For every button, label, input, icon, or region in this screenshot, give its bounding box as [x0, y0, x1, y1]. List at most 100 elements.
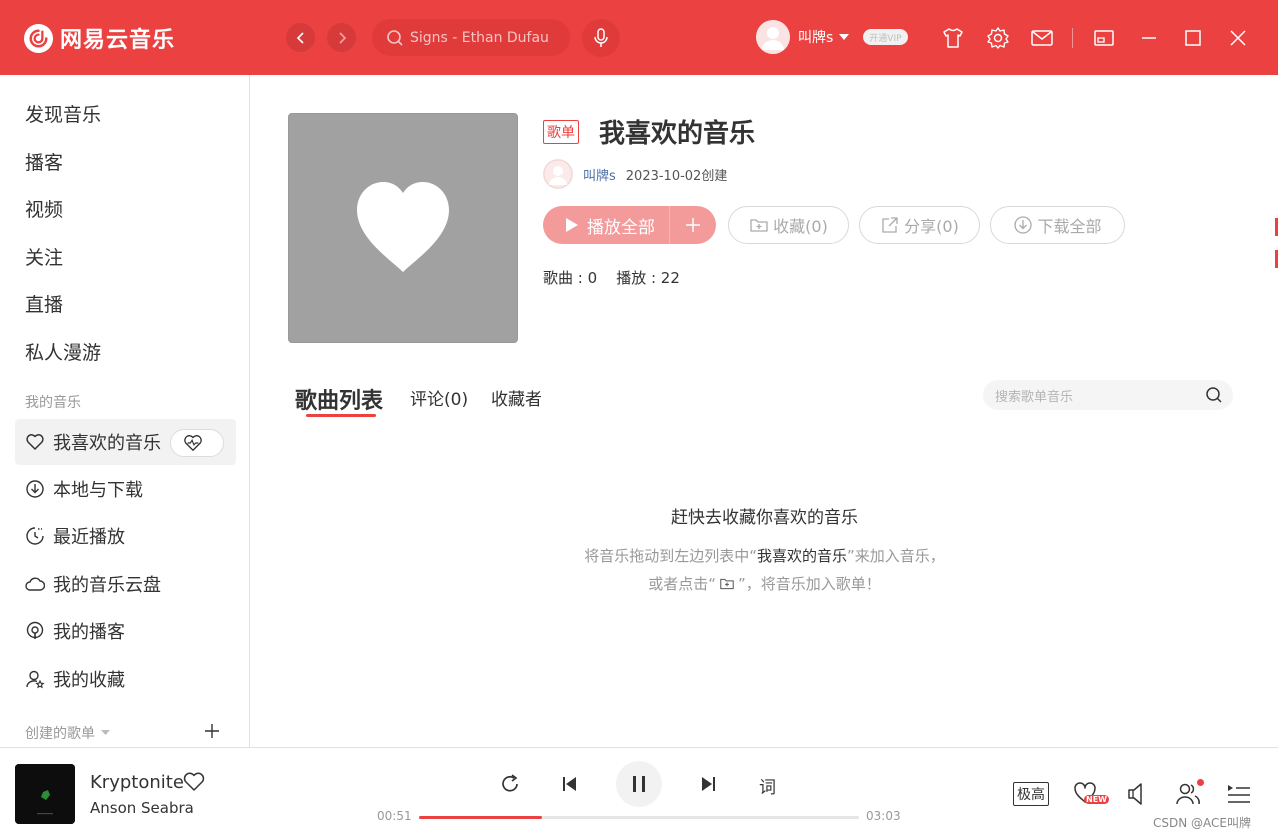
mail-icon[interactable] [1030, 26, 1054, 50]
playlist-search-input[interactable]: 搜索歌单音乐 [983, 380, 1233, 410]
share-button[interactable]: 分享(0) [859, 206, 980, 244]
sidebar-item-follow[interactable]: 关注 [25, 243, 63, 270]
sidebar-item-podcast[interactable]: 播客 [25, 148, 63, 175]
artist-name[interactable]: Anson Seabra [90, 799, 194, 817]
watermark: CSDN @ACE叫牌 [1153, 816, 1251, 830]
vip-badge[interactable]: 开通VIP [863, 29, 908, 45]
back-button[interactable] [286, 23, 315, 52]
player-bar: Kryptonite Anson Seabra 词 00:51 03:03 极高… [0, 747, 1278, 838]
sidebar-item-liked-music[interactable]: 我喜欢的音乐 [15, 419, 236, 465]
play-all[interactable]: 播放全部 [543, 206, 670, 244]
caret-down-icon [101, 730, 110, 735]
share-label: 分享(0) [904, 217, 959, 236]
creator-avatar[interactable] [543, 159, 573, 189]
collect-button[interactable]: 收藏(0) [728, 206, 849, 244]
sidebar-item-my-podcast[interactable]: 我的播客 [15, 608, 236, 654]
like-heart-icon[interactable] [182, 770, 206, 794]
sidebar-item-label: 我的播客 [53, 622, 125, 643]
playlist-queue-icon[interactable] [1225, 780, 1253, 808]
heartbeat-icon [184, 435, 202, 451]
sidebar: 发现音乐 播客 视频 关注 直播 私人漫游 我的音乐 我喜欢的音乐 本地与下载 … [0, 75, 250, 747]
search-icon [387, 29, 403, 46]
lyrics-button[interactable]: 词 [759, 773, 776, 798]
repeat-mode-button[interactable] [497, 771, 523, 797]
sidebar-item-my-collection[interactable]: 我的收藏 [15, 656, 236, 702]
repeat-icon [502, 774, 518, 792]
app-name: 网易云音乐 [60, 28, 176, 53]
share-icon [882, 217, 898, 233]
heartbeat-mode-button[interactable] [170, 429, 224, 457]
close-icon[interactable] [1226, 26, 1250, 50]
song-title[interactable]: Kryptonite [90, 772, 184, 793]
sidebar-item-local-download[interactable]: 本地与下载 [15, 466, 236, 512]
caret-down-icon[interactable] [839, 33, 850, 41]
active-tab-indicator [306, 414, 376, 417]
search-input[interactable]: Signs - Ethan Dufau [372, 19, 570, 56]
pause-icon [633, 776, 645, 792]
sidebar-item-label: 最近播放 [53, 527, 125, 548]
playlist-cover[interactable] [288, 113, 518, 343]
search-placeholder: Signs - Ethan Dufau [410, 29, 549, 46]
sidebar-item-discover[interactable]: 发现音乐 [25, 100, 101, 127]
play-all-button[interactable]: 播放全部 [543, 206, 716, 244]
user-profile[interactable]: 叫牌s 开通VIP [756, 20, 908, 54]
clock-icon [26, 527, 44, 545]
creator-name[interactable]: 叫牌s [583, 165, 616, 184]
download-all-button[interactable]: 下载全部 [990, 206, 1125, 244]
play-icon [566, 218, 578, 232]
settings-gear-icon[interactable] [986, 26, 1010, 50]
next-button[interactable] [695, 771, 721, 797]
volume-icon[interactable] [1124, 780, 1152, 808]
progress-fill [419, 816, 543, 819]
sidebar-item-recent-play[interactable]: 最近播放 [15, 513, 236, 559]
sidebar-item-cloud-disk[interactable]: 我的音乐云盘 [15, 561, 236, 607]
avatar[interactable] [756, 20, 790, 54]
user-name[interactable]: 叫牌s [798, 27, 833, 47]
empty-state-line-1: 将音乐拖动到左边列表中“我喜欢的音乐”来加入音乐， [251, 545, 1278, 566]
playlist-stats: 歌曲 : 0 播放 : 22 [543, 269, 680, 287]
netease-logo-icon [23, 23, 54, 53]
voice-search-button[interactable] [582, 19, 620, 57]
maximize-icon[interactable] [1181, 26, 1205, 50]
add-playlist-icon[interactable] [204, 723, 220, 739]
plus-icon [686, 218, 700, 232]
toolbar-divider [1072, 28, 1073, 48]
sidebar-item-label: 我的收藏 [53, 670, 125, 691]
sidebar-item-private-fm[interactable]: 私人漫游 [25, 338, 101, 365]
created-playlists-heading[interactable]: 创建的歌单 [25, 723, 110, 743]
sidebar-item-live[interactable]: 直播 [25, 290, 63, 317]
minimize-icon[interactable] [1137, 26, 1161, 50]
next-track-icon [702, 777, 715, 791]
current-time: 00:51 [377, 809, 412, 823]
playlist-creator: 叫牌s 2023-10-02创建 [543, 159, 727, 189]
skin-tshirt-icon[interactable] [941, 26, 965, 50]
collect-label: 收藏(0) [773, 217, 828, 236]
album-art[interactable] [15, 764, 75, 824]
main-content: 歌单 我喜欢的音乐 叫牌s 2023-10-02创建 播放全部 收藏(0) 分享… [251, 75, 1278, 747]
empty-text: ”，将音乐加入歌单！ [738, 575, 881, 593]
download-all-label: 下载全部 [1037, 217, 1102, 236]
playlist-title: 我喜欢的音乐 [599, 119, 756, 149]
mini-mode-icon[interactable] [1092, 26, 1116, 50]
app-logo[interactable]: 网易云音乐 [23, 22, 175, 54]
my-music-heading: 我的音乐 [25, 395, 81, 411]
pause-button[interactable] [616, 761, 662, 807]
empty-text: 或者点击“ [648, 575, 716, 593]
tab-subscribers[interactable]: 收藏者 [491, 385, 542, 410]
progress-bar[interactable] [419, 816, 859, 819]
user-avatar-icon [756, 20, 790, 54]
previous-button[interactable] [557, 771, 583, 797]
empty-state-line-2: 或者点击“ ”，将音乐加入歌单！ [251, 573, 1278, 594]
search-icon[interactable] [1205, 386, 1223, 404]
forward-button[interactable] [327, 23, 356, 52]
chevron-right-icon [338, 31, 346, 44]
title-bar: 网易云音乐 Signs - Ethan Dufau 叫牌s 开通VIP [0, 0, 1278, 75]
album-cover-image [15, 764, 75, 824]
microphone-icon [594, 28, 608, 47]
sidebar-item-label: 本地与下载 [53, 480, 143, 501]
sidebar-item-video[interactable]: 视频 [25, 195, 63, 222]
audio-quality-button[interactable]: 极高 [1013, 782, 1049, 806]
tab-song-list[interactable]: 歌曲列表 [295, 383, 383, 415]
add-to-queue-button[interactable] [670, 217, 716, 233]
tab-comments[interactable]: 评论(0) [410, 385, 468, 410]
